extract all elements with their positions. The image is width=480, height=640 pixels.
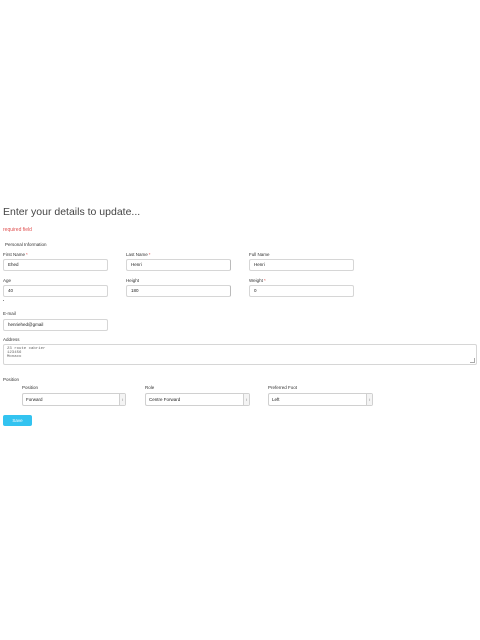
age-field[interactable]: 40 — [3, 285, 108, 297]
full-name-label: Full Name — [249, 252, 270, 257]
role-select[interactable]: Centre Forward ↕ — [145, 393, 250, 406]
email-field[interactable]: henriehed@gmail — [3, 319, 108, 331]
weight-label: Weight* — [249, 278, 266, 283]
chevron-down-icon: ↕ — [243, 394, 249, 405]
personal-information-heading: Personal Information — [5, 242, 47, 247]
required-field-note: required field — [3, 227, 32, 233]
divider-dot — [3, 300, 4, 301]
first-name-label: First Name* — [3, 252, 28, 257]
position-label: Position — [22, 385, 39, 390]
preferred-foot-label: Preferred Foot — [268, 385, 298, 390]
height-field[interactable]: 180 — [126, 285, 231, 297]
role-label: Role — [145, 385, 155, 390]
height-label: Height — [126, 278, 140, 283]
page-title: Enter your details to update... — [3, 206, 141, 218]
chevron-down-icon: ↕ — [366, 394, 372, 405]
chevron-down-icon: ↕ — [119, 394, 125, 405]
resize-grip-icon[interactable] — [470, 358, 475, 363]
weight-field[interactable]: 0 — [249, 285, 354, 297]
last-name-label: Last Name* — [126, 252, 151, 257]
address-label: Address — [3, 337, 20, 342]
position-heading: Position — [3, 377, 20, 382]
first-name-field[interactable]: Ehed — [3, 259, 108, 271]
position-select[interactable]: Forward ↕ — [22, 393, 126, 406]
age-label: Age — [3, 278, 12, 283]
address-textarea[interactable]: 23 route cabrier 123456 Monaco — [3, 344, 477, 365]
last-name-field[interactable]: Henri — [126, 259, 231, 271]
email-label: E-mail — [3, 311, 16, 316]
full-name-field[interactable]: Henri — [249, 259, 354, 271]
save-button[interactable]: Save — [3, 415, 32, 426]
preferred-foot-select[interactable]: Left ↕ — [268, 393, 373, 406]
